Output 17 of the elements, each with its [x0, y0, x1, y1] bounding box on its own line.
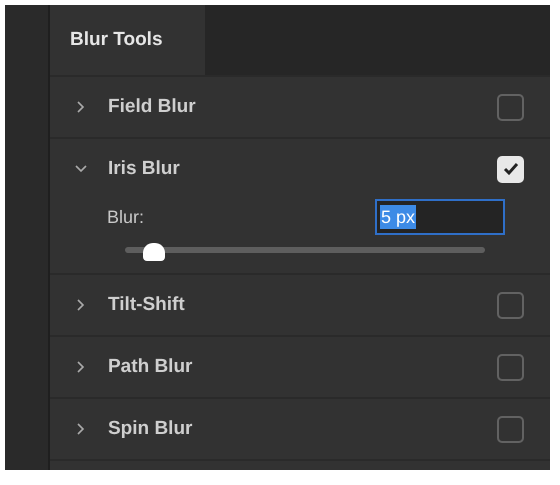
blur-label: Blur:: [107, 206, 146, 228]
expand-toggle[interactable]: [74, 164, 88, 174]
tool-name: Tilt-Shift: [108, 292, 186, 317]
checkbox[interactable]: [497, 156, 524, 182]
blur-value: 5 px: [380, 205, 416, 229]
slider-thumb[interactable]: [142, 243, 165, 261]
tool-name: Field Blur: [108, 94, 197, 119]
checkbox[interactable]: [497, 292, 524, 318]
tool-name: Iris Blur: [108, 156, 181, 181]
chevron-down-icon: [74, 164, 88, 174]
checkbox[interactable]: [497, 354, 524, 380]
tool-name: Path Blur: [108, 354, 194, 379]
checkbox[interactable]: [497, 416, 524, 442]
tool-name: Spin Blur: [108, 416, 194, 441]
checkmark-icon: [502, 162, 518, 176]
checkbox[interactable]: [497, 94, 524, 120]
panel-tab[interactable]: Blur Tools: [50, 5, 205, 75]
